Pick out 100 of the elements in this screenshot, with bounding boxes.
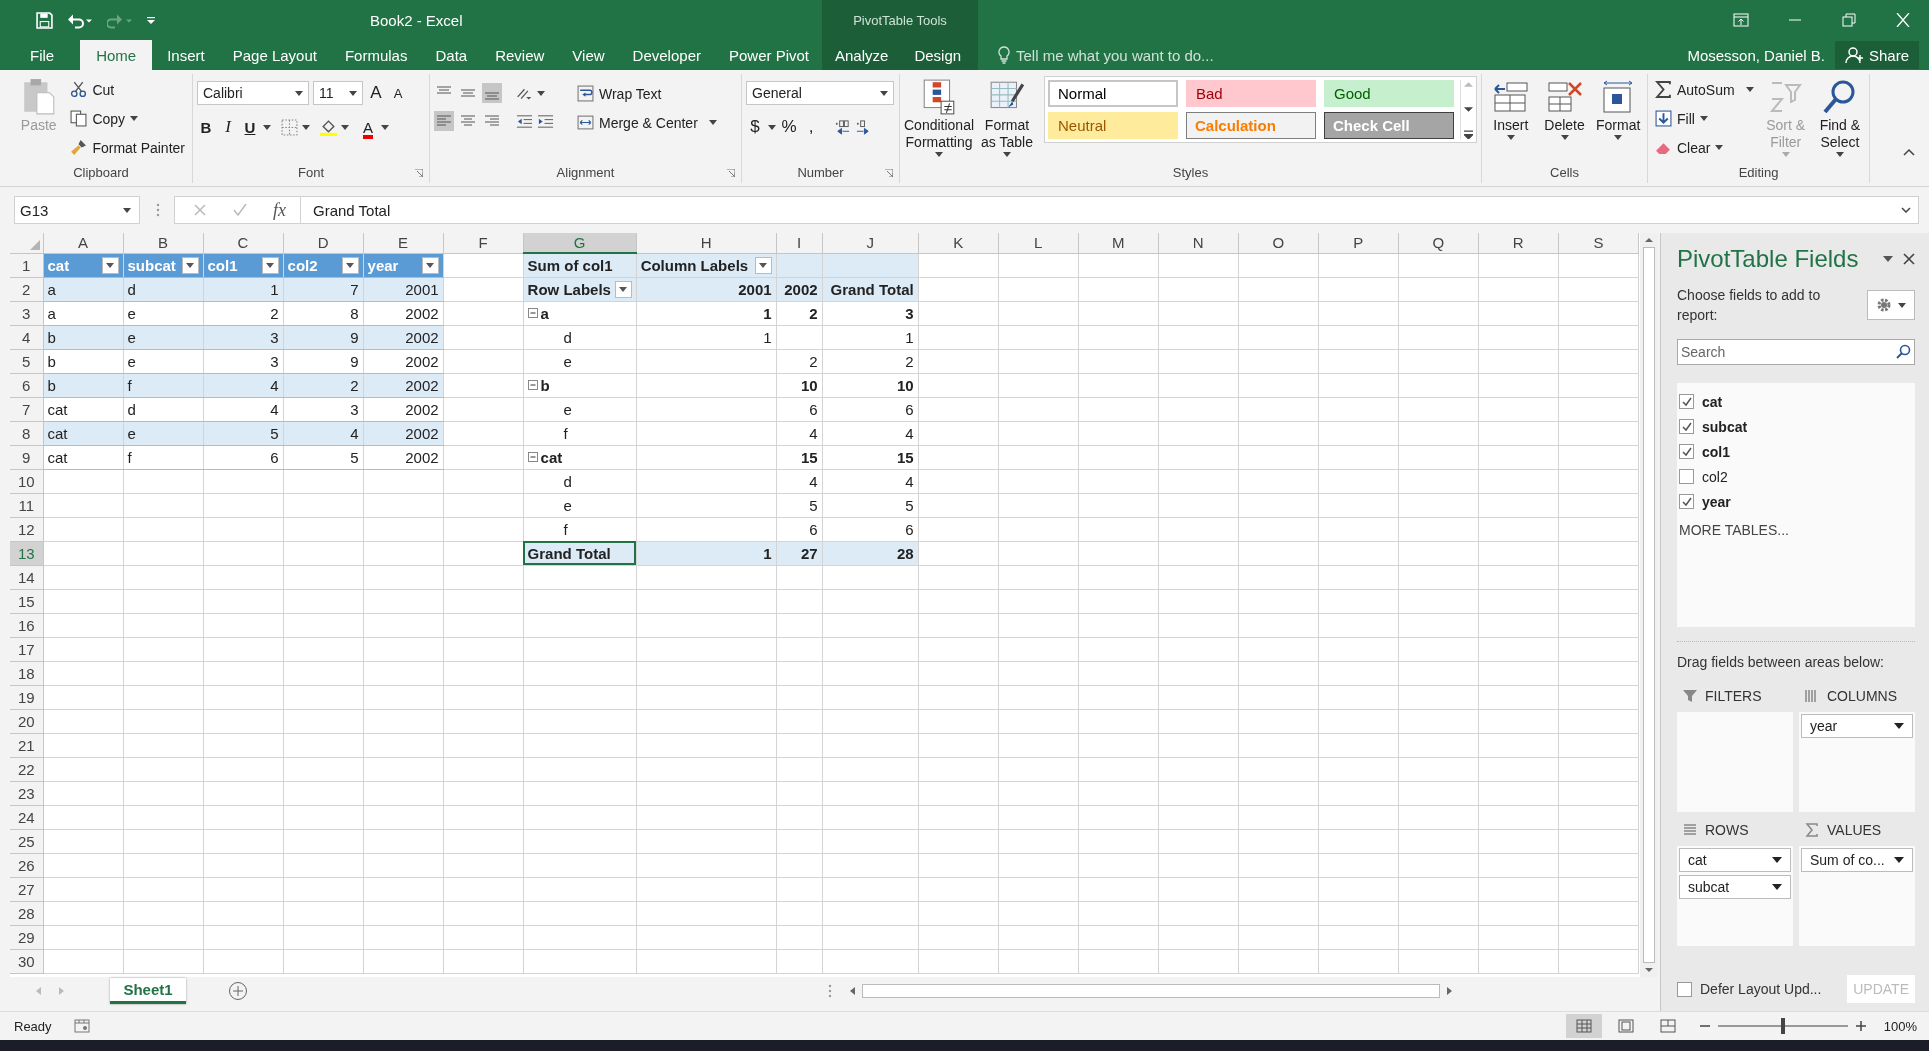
ribbon-tab[interactable]: Formulas — [331, 40, 421, 70]
filter-button[interactable] — [421, 256, 439, 274]
collapse-icon[interactable] — [527, 308, 538, 318]
column-header[interactable]: N — [1158, 233, 1239, 253]
column-header[interactable]: A — [43, 233, 123, 253]
caret-icon[interactable] — [1894, 723, 1904, 729]
ribbon-tab[interactable]: Design — [901, 40, 975, 70]
column-header[interactable]: G — [523, 233, 637, 253]
row-header[interactable]: 29 — [10, 925, 43, 949]
copy-button[interactable]: Copy — [67, 105, 188, 132]
ribbon-tab[interactable]: Analyze — [822, 40, 902, 70]
row-header[interactable]: 10 — [10, 469, 43, 493]
increase-indent-icon[interactable] — [537, 112, 554, 130]
merge-center-button[interactable]: Merge & Center — [574, 109, 720, 136]
ribbon-tab[interactable]: Insert — [154, 40, 218, 70]
column-header[interactable]: O — [1238, 233, 1319, 253]
collapse-ribbon-icon[interactable] — [1903, 148, 1915, 156]
close-icon[interactable] — [1903, 253, 1915, 265]
save-icon[interactable] — [36, 11, 53, 29]
row-header[interactable]: 21 — [10, 733, 43, 757]
clear-button[interactable]: Clear — [1652, 134, 1757, 161]
row-header[interactable]: 24 — [10, 805, 43, 829]
row-header[interactable]: 16 — [10, 613, 43, 637]
column-header[interactable]: K — [918, 233, 999, 253]
row-header[interactable]: 28 — [10, 901, 43, 925]
zoom-in-icon[interactable] — [1855, 1021, 1866, 1031]
row-header[interactable]: 25 — [10, 829, 43, 853]
area-field[interactable]: Sum of co... — [1801, 848, 1913, 872]
row-header[interactable]: 19 — [10, 685, 43, 709]
ribbon-tab[interactable]: Home — [80, 40, 153, 70]
collapse-icon[interactable] — [527, 380, 538, 390]
ribbon-tab[interactable]: Data — [422, 40, 481, 70]
row-header[interactable]: 18 — [10, 661, 43, 685]
row-header[interactable]: 6 — [10, 373, 43, 397]
tell-me-field[interactable]: Tell me what you want to do... — [1016, 46, 1214, 64]
caret-icon[interactable] — [1772, 884, 1782, 890]
normal-view-button[interactable] — [1565, 1014, 1602, 1038]
checkbox[interactable] — [1679, 469, 1694, 484]
cell-style[interactable]: Normal — [1048, 80, 1178, 107]
caret-icon[interactable] — [1772, 857, 1782, 863]
row-header[interactable]: 11 — [10, 493, 43, 517]
row-header[interactable]: 7 — [10, 397, 43, 421]
column-header[interactable]: M — [1078, 233, 1159, 253]
filter-button[interactable] — [261, 256, 279, 274]
grow-font-button[interactable]: A — [367, 81, 385, 105]
row-header[interactable]: 17 — [10, 637, 43, 661]
decrease-decimal-icon[interactable] — [855, 118, 872, 136]
dialog-launcher-icon[interactable] — [885, 169, 893, 177]
checkbox[interactable] — [1679, 444, 1694, 459]
wrap-text-button[interactable]: Wrap Text — [574, 80, 720, 107]
font-color-button[interactable]: A — [359, 115, 377, 139]
fill-color-icon[interactable] — [320, 118, 337, 136]
shrink-font-button[interactable]: A — [389, 81, 407, 105]
add-sheet-icon[interactable] — [228, 981, 248, 1001]
caret-icon[interactable] — [1883, 256, 1893, 262]
row-header[interactable]: 13 — [10, 541, 43, 565]
number-format-field[interactable]: General — [746, 81, 894, 105]
format-painter-button[interactable]: Format Painter — [67, 134, 188, 161]
ribbon-display-icon[interactable] — [1733, 13, 1749, 27]
user-name[interactable]: Mosesson, Daniel B. — [1687, 46, 1825, 64]
filter-button[interactable] — [341, 256, 359, 274]
currency-button[interactable]: $ — [746, 115, 764, 139]
formula-field[interactable]: Grand Total — [301, 196, 1919, 224]
decrease-indent-icon[interactable] — [516, 112, 533, 130]
caret-icon[interactable] — [295, 90, 303, 96]
search-field[interactable]: Search — [1677, 339, 1915, 365]
column-header[interactable]: P — [1318, 233, 1399, 253]
row-header[interactable]: 30 — [10, 949, 43, 973]
row-header[interactable]: 8 — [10, 421, 43, 445]
customize-icon[interactable] — [147, 16, 155, 24]
insert-function-button[interactable]: fx — [273, 199, 286, 221]
cells-delete-button[interactable]: Delete — [1539, 76, 1590, 140]
column-header[interactable]: C — [203, 233, 284, 253]
ribbon-tab[interactable]: Power Pivot — [715, 40, 822, 70]
scroll-left-icon[interactable] — [850, 987, 856, 995]
column-header[interactable]: S — [1558, 233, 1639, 253]
checkbox[interactable] — [1679, 494, 1694, 509]
column-header[interactable]: H — [636, 233, 777, 253]
scroll-right-icon[interactable] — [1446, 987, 1452, 995]
percent-button[interactable]: % — [780, 115, 798, 139]
find-select-button[interactable]: Find & Select — [1814, 76, 1865, 157]
scroll-down-icon[interactable] — [1645, 967, 1653, 973]
field-name[interactable]: col1 — [1702, 443, 1730, 460]
cell-style[interactable]: Bad — [1186, 80, 1316, 107]
tools-button[interactable] — [1867, 290, 1915, 320]
comma-button[interactable]: , — [802, 115, 820, 139]
sheet-tab[interactable]: Sheet1 — [110, 978, 186, 1004]
column-header[interactable]: R — [1478, 233, 1559, 253]
share-button[interactable]: Share — [1834, 41, 1919, 69]
row-header[interactable]: 9 — [10, 445, 43, 469]
collapse-icon[interactable] — [527, 452, 538, 462]
font-name-field[interactable]: Calibri — [197, 81, 309, 105]
field-name[interactable]: col2 — [1702, 468, 1728, 485]
increase-decimal-icon[interactable] — [834, 118, 851, 136]
row-header[interactable]: 14 — [10, 565, 43, 589]
ribbon-tab[interactable]: Developer — [619, 40, 714, 70]
area-field[interactable]: year — [1801, 714, 1913, 738]
field-name[interactable]: year — [1702, 493, 1731, 510]
dialog-launcher-icon[interactable] — [727, 169, 735, 177]
scrollbar-thumb[interactable] — [1643, 247, 1655, 963]
